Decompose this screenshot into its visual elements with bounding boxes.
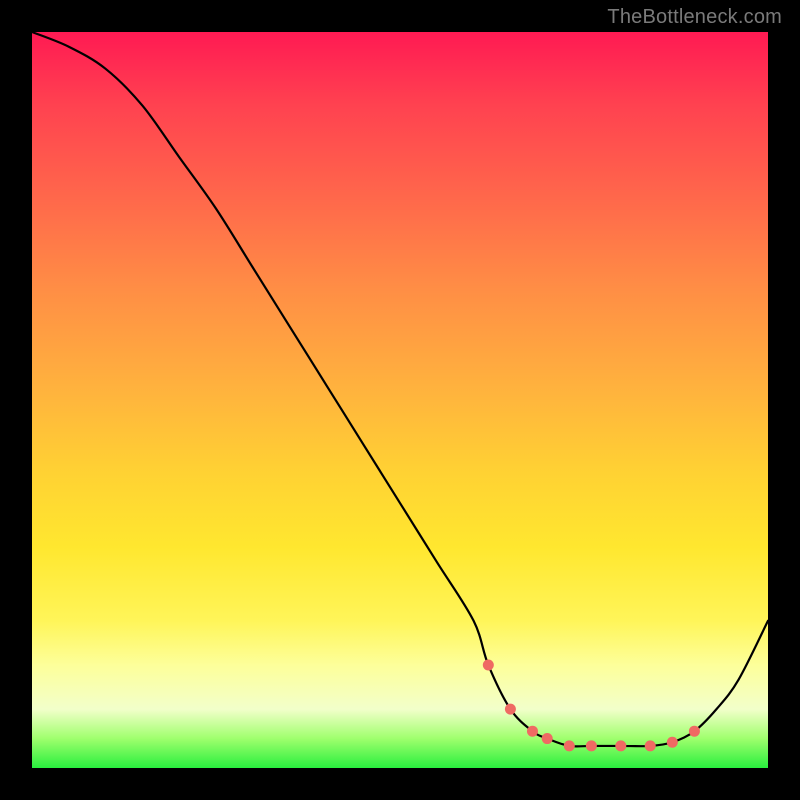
marker-dot — [689, 726, 700, 737]
watermark-label: TheBottleneck.com — [607, 6, 782, 29]
marker-dot — [542, 733, 553, 744]
marker-dot — [483, 659, 494, 670]
plot-area — [32, 32, 768, 768]
highlight-dots — [483, 659, 700, 751]
marker-dot — [564, 740, 575, 751]
marker-dot — [586, 740, 597, 751]
marker-dot — [645, 740, 656, 751]
marker-dot — [527, 726, 538, 737]
marker-dot — [505, 704, 516, 715]
marker-dot — [667, 737, 678, 748]
chart-frame: TheBottleneck.com — [0, 0, 800, 800]
curve-layer — [32, 32, 768, 768]
bottleneck-curve — [32, 32, 768, 746]
marker-dot — [615, 740, 626, 751]
